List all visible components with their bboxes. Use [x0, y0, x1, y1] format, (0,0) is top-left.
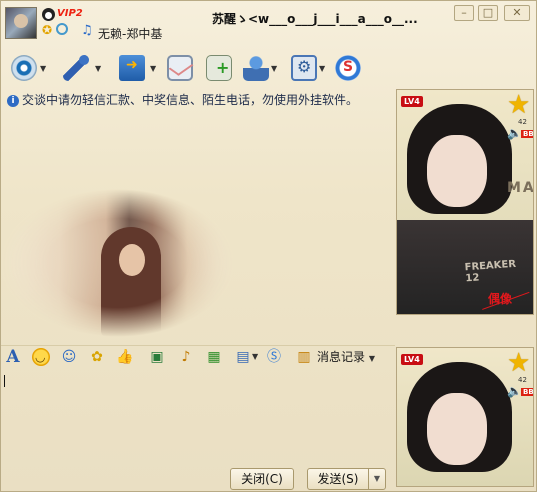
chevron-down-icon[interactable]: ▼	[95, 64, 101, 73]
minimize-button[interactable]: –	[454, 5, 474, 21]
show-face	[427, 135, 487, 207]
send-options-button[interactable]: ▼	[368, 468, 386, 490]
notice-text: 交谈中请勿轻信汇款、中奖信息、陌生电话，勿使用外挂软件。	[22, 93, 359, 107]
create-discussion-button[interactable]	[206, 51, 234, 85]
thumbs-up-icon[interactable]: 👍	[116, 348, 134, 366]
may-text: MAY	[507, 180, 534, 196]
folder-arrow-icon	[119, 55, 145, 81]
chevron-down-icon[interactable]: ▼	[40, 64, 46, 73]
level-badge: LV4	[401, 96, 423, 107]
send-email-button[interactable]	[167, 51, 195, 85]
bb-badge: BB	[521, 388, 534, 396]
magic-face-icon[interactable]: ☺	[60, 348, 78, 366]
chat-window: VIP2 ✪ ♫ 无赖-郑中基 苏醒ゝ<w___o___j___i___a___…	[0, 0, 537, 492]
send-button[interactable]: 发送(S)	[307, 468, 369, 490]
my-show-image[interactable]: LV4 ★ 42 🔈 BB	[396, 347, 534, 487]
shirt-text: FREAKER 12	[464, 258, 517, 285]
send-image-icon[interactable]: ▣	[148, 348, 166, 366]
chat-background-image	[1, 189, 234, 337]
close-window-button[interactable]: ✕	[504, 5, 530, 21]
chevron-down-icon[interactable]: ▼	[271, 64, 277, 73]
send-file-button[interactable]: ▼	[119, 51, 159, 85]
chevron-down-icon[interactable]: ▼	[150, 64, 156, 73]
chevron-down-icon[interactable]: ▼	[252, 352, 258, 361]
level-badge: LV4	[401, 354, 423, 365]
close-button[interactable]: 关闭(C)	[230, 468, 294, 490]
speaker-icon[interactable]: 🔈	[507, 126, 522, 140]
chat-title: 苏醒ゝ<w___o___j___i___a___o__...	[212, 12, 418, 26]
voice-chat-button[interactable]: ▼	[63, 51, 107, 85]
emoji-icon[interactable]	[32, 348, 50, 366]
text-caret	[4, 375, 5, 387]
webcam-icon	[11, 55, 37, 81]
microphone-icon	[63, 55, 89, 81]
video-chat-button[interactable]: ▼	[11, 51, 47, 85]
chevron-down-icon[interactable]: ▼	[319, 64, 325, 73]
maximize-button[interactable]: □	[478, 5, 498, 21]
soso-icon[interactable]: Ⓢ	[265, 348, 283, 366]
star-icon[interactable]: ★	[507, 92, 530, 118]
settings-button[interactable]: ▼	[291, 51, 327, 85]
contact-show-image[interactable]: FREAKER 12 MAY LV4 ★ 42 🔈 BB 偶像	[396, 89, 534, 315]
apps-button[interactable]: ▼	[243, 51, 283, 85]
add-note-icon	[206, 55, 232, 81]
globe-icon[interactable]	[56, 23, 68, 35]
show-face	[427, 393, 487, 465]
settings-icon	[291, 55, 317, 81]
star-count: 42	[518, 376, 527, 384]
font-icon[interactable]: A	[4, 348, 22, 366]
soso-icon	[335, 55, 361, 81]
star-count: 42	[518, 118, 527, 126]
contact-signature: 无赖-郑中基	[98, 27, 163, 41]
user-group-icon	[243, 55, 269, 81]
screenshot-icon[interactable]: ▤	[234, 348, 252, 366]
message-input[interactable]	[1, 369, 395, 465]
gift-icon[interactable]: ▦	[205, 348, 223, 366]
speaker-icon[interactable]: 🔈	[507, 384, 522, 398]
contact-avatar[interactable]	[5, 7, 37, 39]
music-share-icon[interactable]: ♪	[177, 348, 195, 366]
soso-button[interactable]	[335, 51, 363, 85]
star-icon[interactable]: ★	[507, 350, 530, 376]
message-log-label: 消息记录	[317, 350, 366, 364]
bb-badge: BB	[521, 130, 534, 138]
chevron-down-icon: ▼	[368, 354, 375, 363]
qq-penguin-icon	[42, 8, 55, 21]
message-log-icon[interactable]: ▥	[295, 348, 313, 366]
mail-icon	[167, 55, 193, 81]
security-notice: i 交谈中请勿轻信汇款、中奖信息、陌生电话，勿使用外挂软件。	[7, 91, 358, 108]
music-note-icon[interactable]: ♫	[81, 23, 93, 38]
message-log-button[interactable]: 消息记录 ▼	[317, 348, 375, 365]
cookie-face-icon[interactable]: ✿	[88, 348, 106, 366]
contact-show-panel: FREAKER 12 MAY LV4 ★ 42 🔈 BB 偶像 LV4 ★ 42…	[396, 89, 537, 487]
background-face	[119, 244, 145, 276]
star-icon[interactable]: ✪	[42, 23, 52, 37]
title-bar: VIP2 ✪ ♫ 无赖-郑中基 苏醒ゝ<w___o___j___i___a___…	[1, 1, 537, 45]
vip-badge[interactable]: VIP2	[57, 8, 83, 19]
main-toolbar: ▼ ▼ ▼ ▼ ▼	[1, 51, 381, 87]
info-icon: i	[7, 94, 19, 107]
